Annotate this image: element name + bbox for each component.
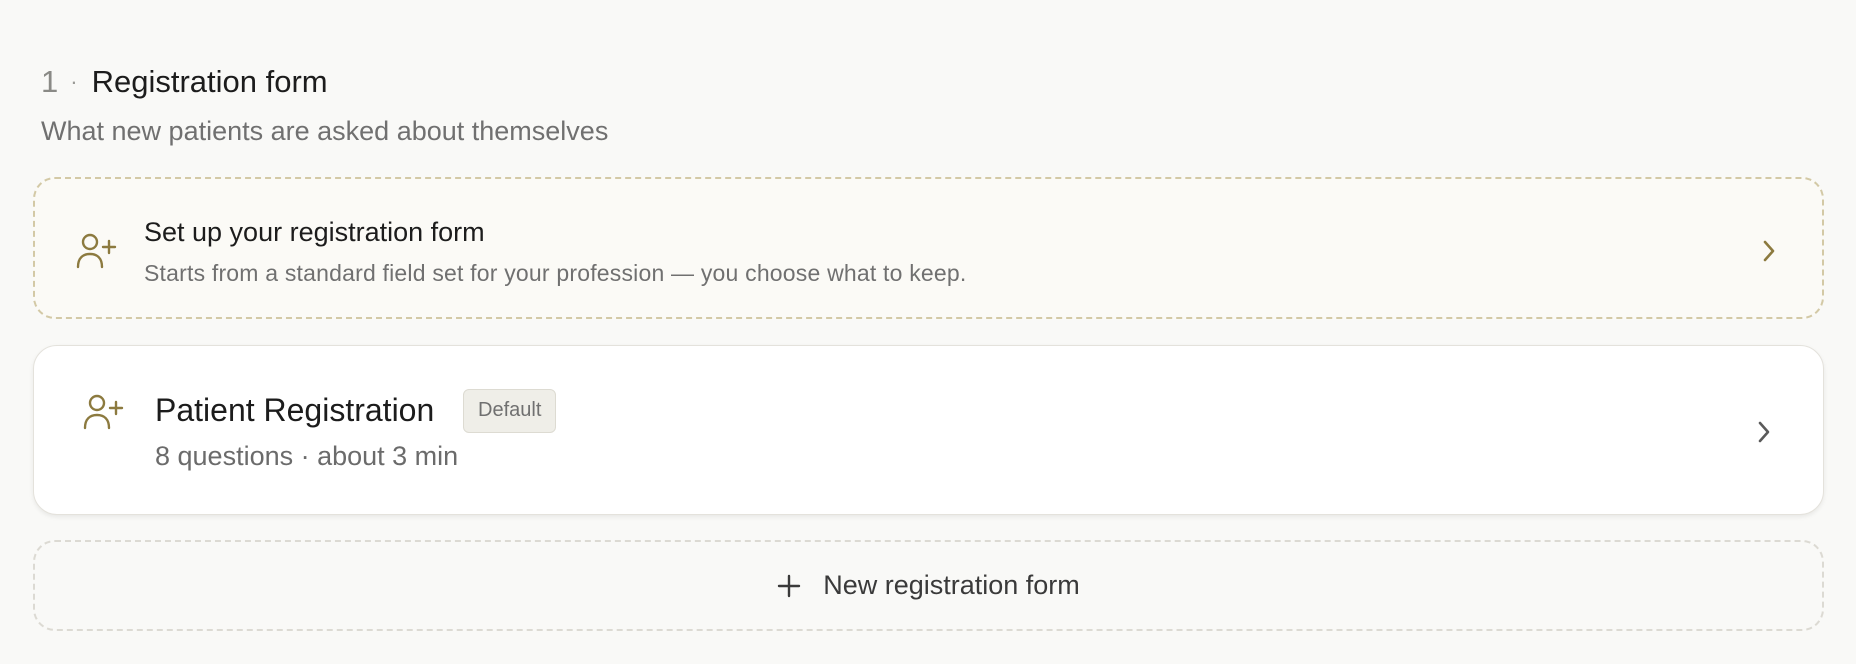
section-heading: 1 · Registration form xyxy=(41,64,328,100)
form-meta: 8 questions · about 3 min xyxy=(155,441,459,471)
form-card-patient-registration[interactable]: Patient Registration Default 8 questions… xyxy=(33,345,1824,515)
new-registration-form-label: New registration form xyxy=(823,570,1080,600)
new-registration-form-button[interactable]: New registration form xyxy=(33,540,1824,631)
plus-icon xyxy=(777,574,801,598)
chevron-right-icon xyxy=(1755,418,1773,446)
chevron-right-icon xyxy=(1760,237,1778,265)
setup-registration-card[interactable]: Set up your registration form Starts fro… xyxy=(33,177,1824,319)
setup-card-title: Set up your registration form xyxy=(144,217,485,247)
setup-card-description: Starts from a standard field set for you… xyxy=(144,260,967,286)
form-name: Patient Registration xyxy=(155,392,435,428)
default-badge: Default xyxy=(463,389,557,433)
section-separator: · xyxy=(70,69,78,94)
section-subtitle: What new patients are asked about themse… xyxy=(41,116,609,146)
section-title: Registration form xyxy=(91,64,328,99)
user-plus-icon xyxy=(82,392,124,432)
section-number: 1 xyxy=(41,64,59,99)
user-plus-icon xyxy=(75,231,117,271)
